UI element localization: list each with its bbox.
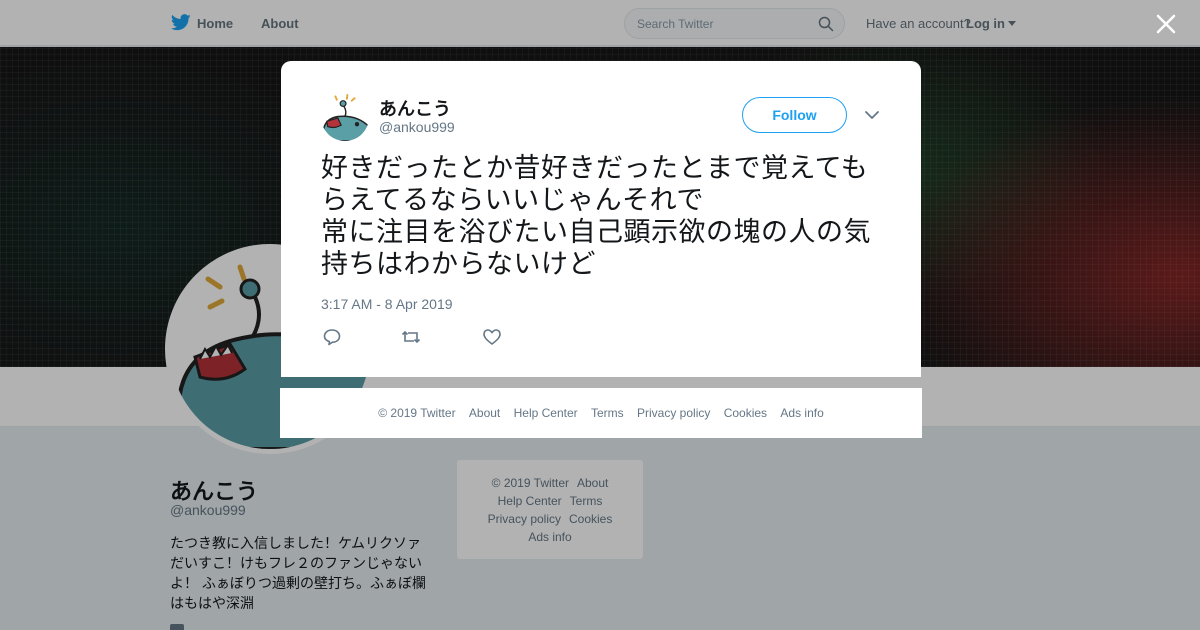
footer-copyright: © 2019 Twitter [378, 406, 456, 420]
footer-cookies-link[interactable]: Cookies [724, 406, 767, 420]
follow-button[interactable]: Follow [742, 97, 847, 133]
retweet-icon[interactable] [401, 328, 421, 346]
tweet-text: 好きだったとか昔好きだったとまで覚えてもらえてるならいいじゃんそれで 常に注目を… [321, 153, 871, 279]
close-icon[interactable] [1154, 12, 1178, 36]
reply-icon[interactable] [322, 328, 342, 346]
chevron-down-icon[interactable] [864, 109, 880, 121]
footer-help-link[interactable]: Help Center [514, 406, 578, 420]
tweet-author-avatar[interactable] [321, 93, 369, 141]
modal-footer-links: © 2019 Twitter About Help Center Terms P… [280, 388, 922, 438]
footer-about-link[interactable]: About [469, 406, 500, 420]
tweet-author-handle[interactable]: @ankou999 [379, 119, 455, 135]
tweet-author-name[interactable]: あんこう [379, 95, 451, 121]
anglerfish-avatar-image [321, 93, 369, 141]
tweet-timestamp[interactable]: 3:17 AM - 8 Apr 2019 [321, 296, 453, 312]
footer-privacy-link[interactable]: Privacy policy [637, 406, 710, 420]
footer-ads-link[interactable]: Ads info [780, 406, 823, 420]
footer-terms-link[interactable]: Terms [591, 406, 624, 420]
tweet-modal: あんこう @ankou999 Follow 好きだったとか昔好きだったとまで覚え… [281, 61, 921, 377]
like-icon[interactable] [482, 328, 502, 346]
